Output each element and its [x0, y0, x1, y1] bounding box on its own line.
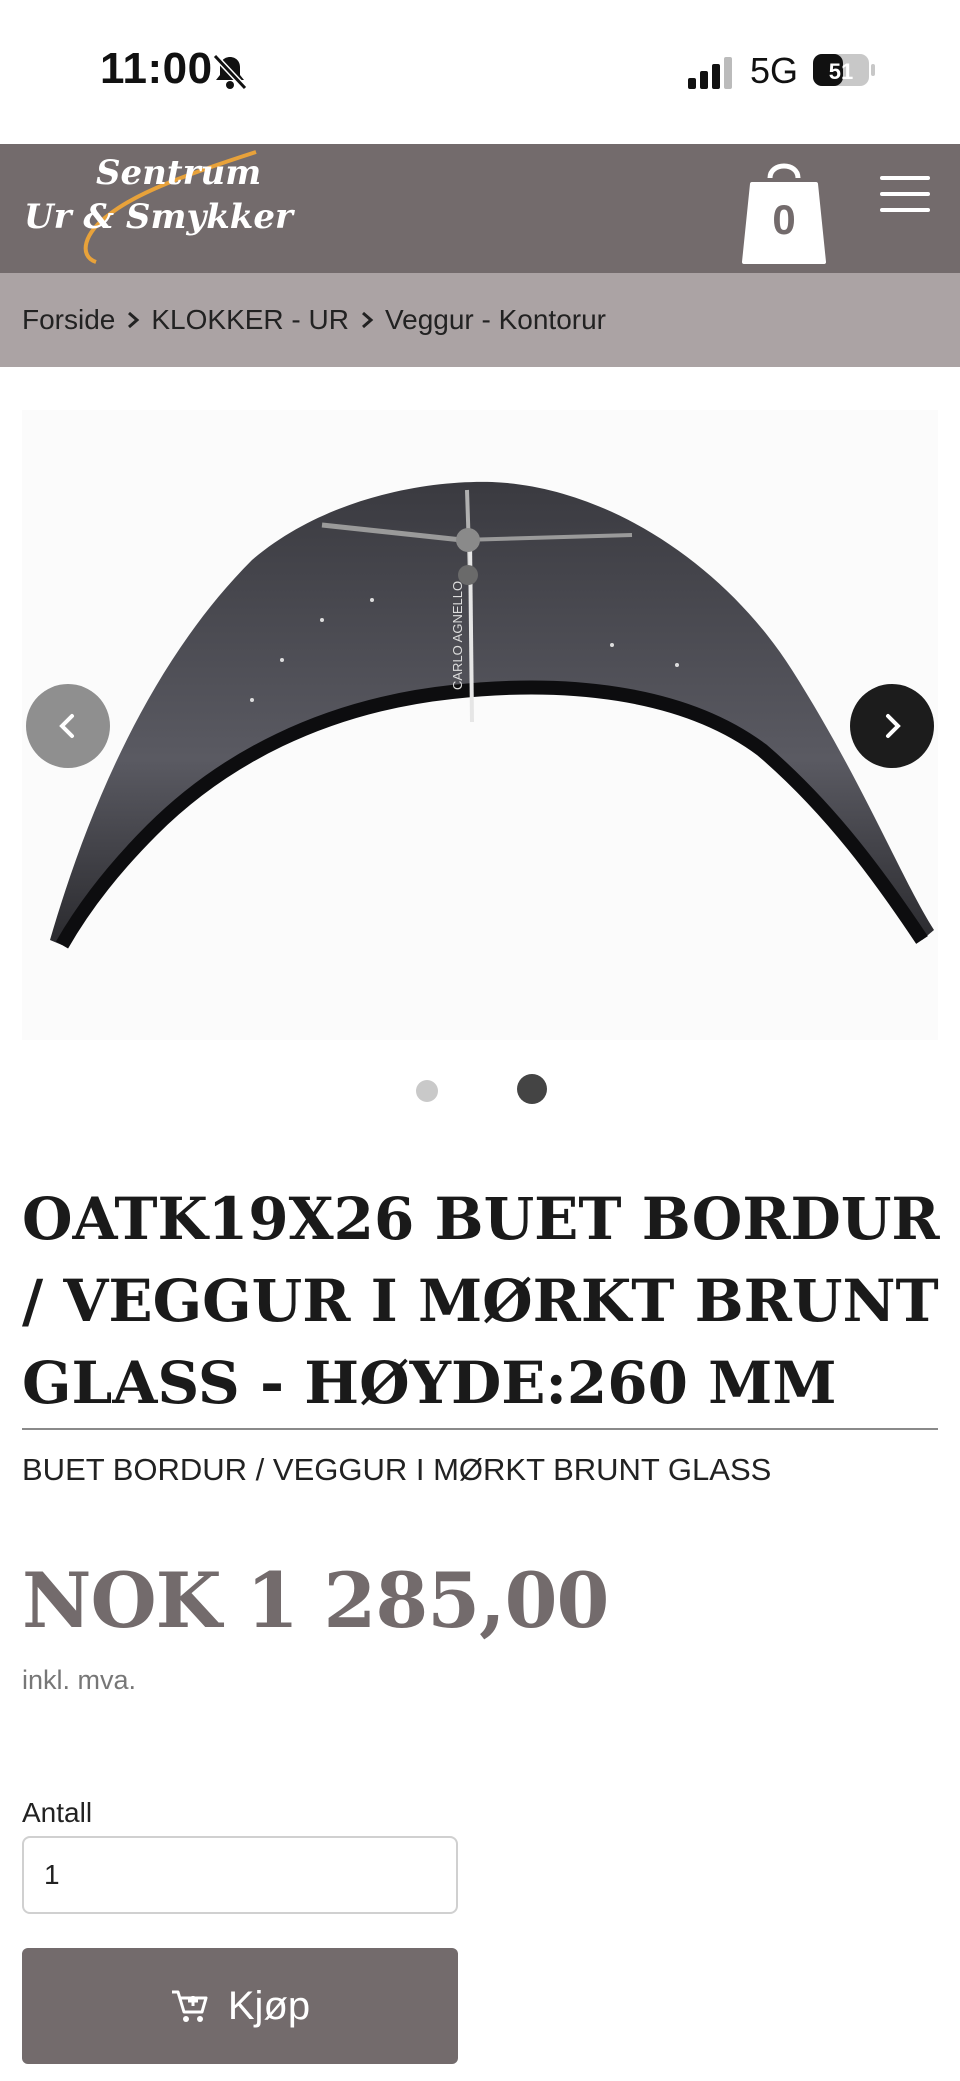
status-bar: 11:00 5G 51 [0, 0, 960, 144]
buy-button-label: Kjøp [227, 1983, 311, 2028]
bell-slash-icon [212, 53, 248, 91]
title-divider [22, 1428, 938, 1430]
product-price: NOK 1 285,00 [22, 1556, 609, 1645]
battery-level: 51 [829, 59, 853, 84]
chevron-right-icon [128, 311, 140, 329]
next-image-button[interactable] [850, 684, 934, 768]
battery-icon: 51 [812, 52, 876, 88]
signal-icon [688, 57, 732, 89]
breadcrumb-home[interactable]: Forside [22, 304, 115, 336]
chevron-right-icon [361, 311, 374, 329]
chevron-left-icon [59, 714, 74, 738]
chevron-right-icon [886, 714, 901, 738]
product-subtitle: BUET BORDUR / VEGGUR I MØRKT BRUNT GLASS [22, 1452, 772, 1487]
breadcrumb: Forside KLOKKER - UR Veggur - Kontorur [0, 273, 960, 367]
site-logo[interactable]: Sentrum Ur & Smykker [18, 144, 338, 273]
buy-button[interactable]: Kjøp [22, 1948, 458, 2064]
product-brand-label: CARLO AGNELLO [450, 581, 465, 690]
slide-dot-1[interactable] [416, 1080, 438, 1102]
vat-note: inkl. mva. [22, 1665, 137, 1695]
add-to-cart-icon [171, 1990, 208, 2022]
quantity-label: Antall [22, 1797, 93, 1828]
hamburger-menu-icon[interactable] [880, 174, 932, 214]
logo-line-1: Sentrum [96, 153, 261, 193]
product-gallery[interactable]: CARLO AGNELLO [22, 410, 938, 1040]
cart-button[interactable]: 0 [742, 144, 826, 273]
logo-line-2: Ur & Smykker [24, 197, 295, 237]
network-label: 5G [750, 50, 799, 91]
slide-dot-2-active[interactable] [517, 1074, 547, 1104]
site-header: Sentrum Ur & Smykker 0 [0, 144, 960, 273]
status-time: 11:00 [100, 44, 213, 93]
previous-image-button[interactable] [26, 684, 110, 768]
product-image: CARLO AGNELLO [50, 481, 934, 949]
quantity-input[interactable] [22, 1836, 458, 1914]
breadcrumb-current[interactable]: Veggur - Kontorur [385, 304, 606, 336]
cart-count: 0 [772, 196, 796, 243]
breadcrumb-category[interactable]: KLOKKER - UR [151, 304, 349, 336]
product-title: OATK19X26 BUET BORDUR / VEGGUR I MØRKT B… [22, 1185, 940, 1417]
